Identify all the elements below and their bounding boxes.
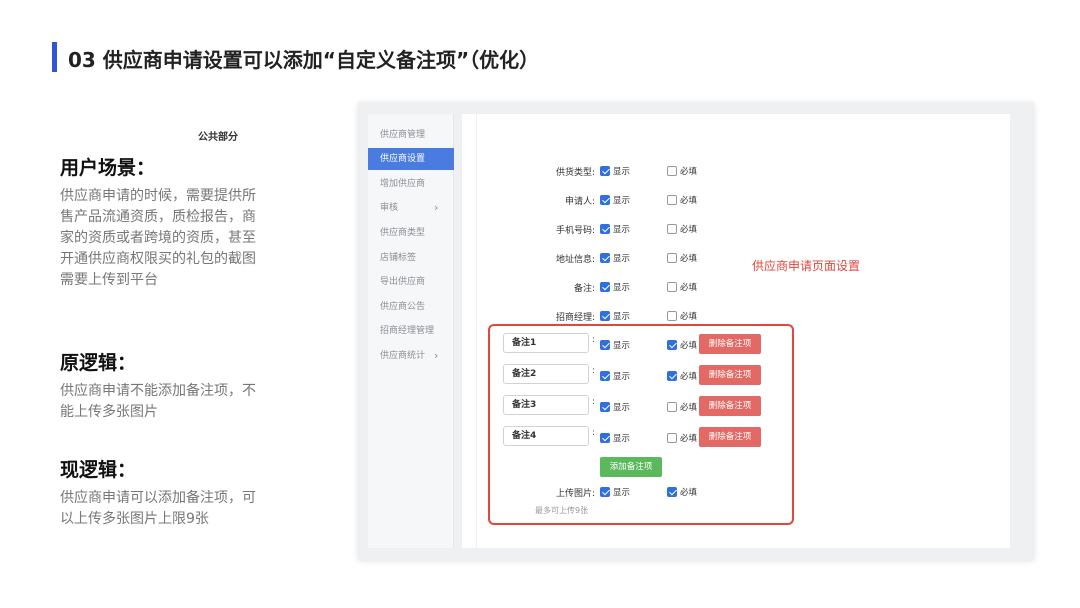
required-label: 必填 [680, 283, 698, 293]
field-label: 备注: [573, 284, 595, 294]
new-logic-body: 供应商申请可以添加备注项，可以上传多张图片上限9张 [60, 490, 256, 527]
field-label: 申请人: [564, 197, 595, 207]
required-label: 必填 [680, 312, 698, 322]
required-checkbox[interactable] [667, 253, 677, 263]
sidebar-item[interactable]: 导出供应商 [368, 271, 454, 293]
sidebar-item[interactable]: 供应商设置 [368, 148, 454, 170]
new-logic-section: 现逻辑： 供应商申请可以添加备注项，可以上传多张图片上限9张 [60, 455, 260, 530]
sidebar: 供应商管理 供应商设置 增加供应商 审核 › 供应商类型 店铺标签 导出供应商 供应商公告 招商经… [368, 114, 454, 548]
new-logic-heading: 现逻辑： [60, 459, 137, 481]
required-label: 必填 [680, 254, 698, 264]
old-logic-body: 供应商申请不能添加备注项，不能上传多张图片 [60, 383, 256, 420]
show-label: 显示 [613, 167, 631, 177]
required-checkbox[interactable] [667, 224, 677, 234]
show-checkbox[interactable] [600, 282, 610, 292]
sidebar-item[interactable]: 供应商类型 [368, 222, 454, 244]
show-checkbox[interactable] [600, 195, 610, 205]
section-title: 公共部分 [198, 132, 238, 143]
sidebar-item[interactable]: 供应商公告 [368, 296, 454, 318]
old-logic-section: 原逻辑： 供应商申请不能添加备注项，不能上传多张图片 [60, 348, 260, 423]
required-checkbox[interactable] [667, 311, 677, 321]
page-title: 03 供应商申请设置可以添加“自定义备注项”（优化） [68, 48, 540, 72]
field-label: 供货类型: [555, 168, 595, 178]
show-checkbox[interactable] [600, 166, 610, 176]
sidebar-item[interactable]: 招商经理管理 [368, 320, 454, 342]
show-checkbox[interactable] [600, 253, 610, 263]
field-label: 地址信息: [555, 255, 595, 265]
sidebar-item[interactable]: 供应商管理 [368, 124, 454, 146]
show-checkbox[interactable] [600, 224, 610, 234]
required-checkbox[interactable] [667, 195, 677, 205]
show-label: 显示 [613, 196, 631, 206]
annotation-text: 供应商申请页面设置 [752, 259, 861, 273]
scenario-body: 供应商申请的时候，需要提供所售产品流通资质，质检报告，商家的资质或者跨境的资质，… [60, 188, 256, 288]
sidebar-item[interactable]: 店铺标签 [368, 247, 454, 269]
required-label: 必填 [680, 167, 698, 177]
chevron-right-icon: › [434, 349, 439, 362]
required-label: 必填 [680, 196, 698, 206]
scenario-section: 用户场景： 供应商申请的时候，需要提供所售产品流通资质，质检报告，商家的资质或者… [60, 153, 260, 291]
required-checkbox[interactable] [667, 166, 677, 176]
required-label: 必填 [680, 225, 698, 235]
chevron-right-icon: › [434, 201, 439, 214]
old-logic-heading: 原逻辑： [60, 352, 137, 374]
show-label: 显示 [613, 225, 631, 235]
show-label: 显示 [613, 312, 631, 322]
show-label: 显示 [613, 283, 631, 293]
highlight-box [488, 324, 794, 525]
field-label: 手机号码: [555, 226, 595, 236]
sidebar-item[interactable]: 增加供应商 [368, 173, 454, 195]
required-checkbox[interactable] [667, 282, 677, 292]
scenario-heading: 用户场景： [60, 157, 156, 179]
field-label: 招商经理: [555, 313, 595, 323]
title-accent-bar [52, 42, 57, 72]
show-checkbox[interactable] [600, 311, 610, 321]
show-label: 显示 [613, 254, 631, 264]
